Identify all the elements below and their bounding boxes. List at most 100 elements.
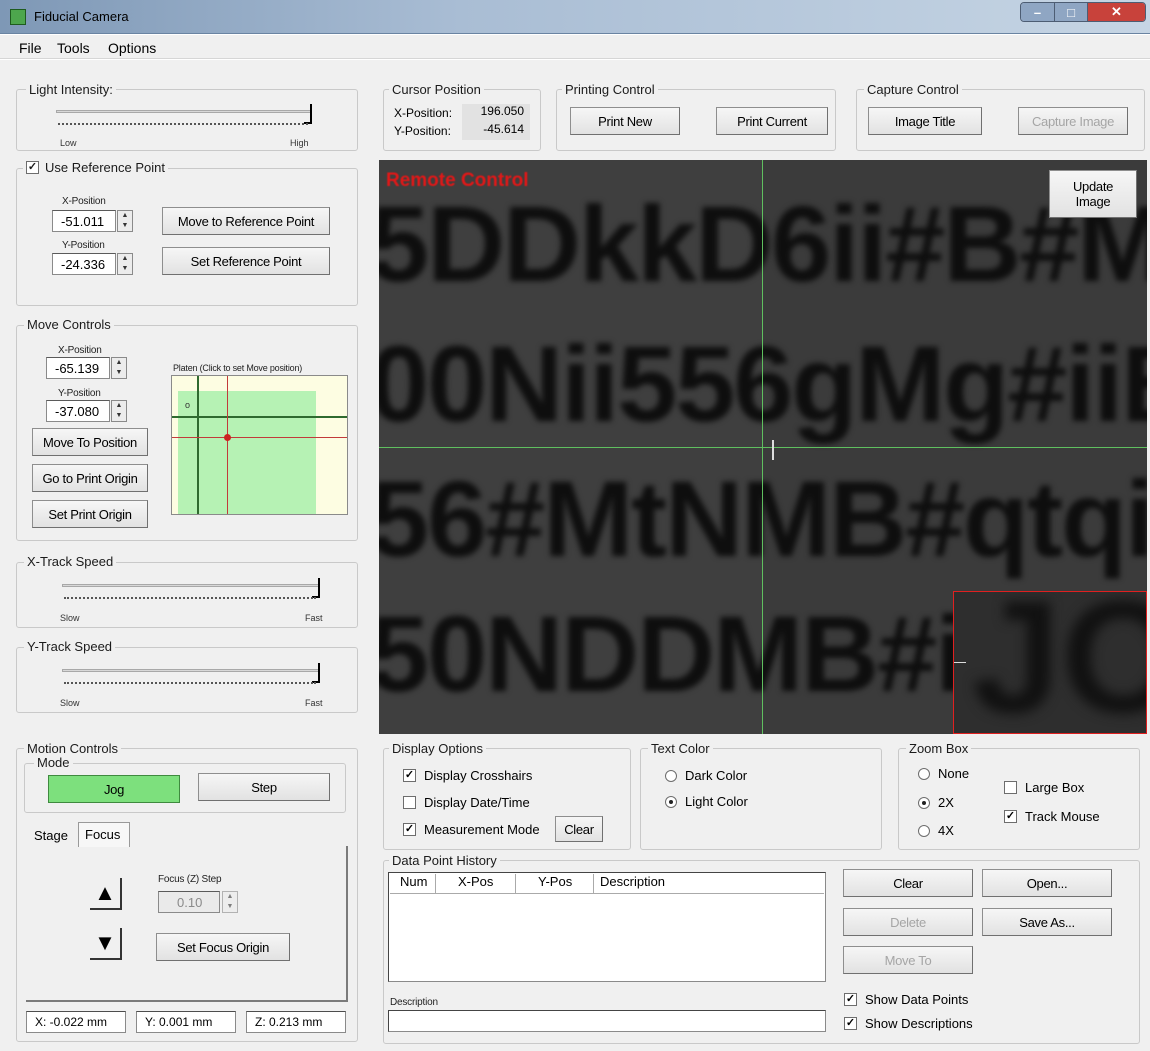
light-color-label: Light Color [685, 794, 748, 809]
focus-up-button[interactable]: ▲ [90, 878, 122, 910]
large-box-option[interactable]: Large Box [1004, 780, 1084, 795]
use-reference-point-checkbox[interactable]: ✓ Use Reference Point [23, 160, 168, 175]
open-button[interactable]: Open... [982, 869, 1112, 897]
col-ypos-header[interactable]: Y-Pos [516, 874, 594, 893]
data-point-history-label: Data Point History [389, 853, 500, 868]
display-datetime-checkbox[interactable] [403, 796, 416, 809]
zoom-none-label: None [938, 766, 970, 781]
zoom-box: JO [953, 591, 1147, 734]
step-button[interactable]: Step [198, 773, 330, 801]
show-descriptions-option[interactable]: ✓ Show Descriptions [844, 1016, 973, 1031]
clear-history-button[interactable]: Clear [843, 869, 973, 897]
status-y: Y: 0.001 mm [136, 1011, 236, 1033]
zoom-box-text: JO [972, 591, 1146, 734]
tab-stage[interactable]: Stage [34, 828, 68, 843]
display-crosshairs-option[interactable]: ✓ Display Crosshairs [403, 768, 532, 783]
x-track-fast: Fast [305, 613, 323, 623]
measurement-mode-option[interactable]: ✓ Measurement Mode [403, 822, 540, 837]
move-x-input[interactable]: -65.139 [46, 357, 110, 379]
dark-color-radio[interactable] [665, 769, 677, 782]
description-input[interactable] [388, 1010, 826, 1032]
show-data-points-option[interactable]: ✓ Show Data Points [844, 992, 968, 1007]
move-x-spinner[interactable]: ▲ ▼ [111, 357, 127, 379]
zoom-4x-option[interactable]: 4X [918, 823, 954, 838]
menu-bar [0, 35, 1150, 59]
focus-down-button[interactable]: ▼ [90, 928, 122, 960]
zoom-4x-radio[interactable] [918, 824, 930, 837]
minimize-button[interactable]: – [1021, 3, 1054, 21]
move-to-button[interactable]: Move To [843, 946, 973, 974]
remote-control-overlay: Remote Control [386, 170, 529, 191]
platen-map[interactable]: o [171, 375, 348, 515]
close-button[interactable]: ✕ [1087, 3, 1145, 21]
ref-x-spinner[interactable]: ▲ ▼ [117, 210, 133, 232]
move-y-spinner[interactable]: ▲ ▼ [111, 400, 127, 422]
data-point-table[interactable]: Num X-Pos Y-Pos Description [388, 872, 826, 982]
capture-image-button[interactable]: Capture Image [1018, 107, 1128, 135]
focus-step-input[interactable]: 0.10 [158, 891, 220, 913]
track-mouse-option[interactable]: ✓ Track Mouse [1004, 809, 1100, 824]
track-mouse-label: Track Mouse [1025, 809, 1100, 824]
col-xpos-header[interactable]: X-Pos [436, 874, 516, 893]
delete-button[interactable]: Delete [843, 908, 973, 936]
track-mouse-checkbox[interactable]: ✓ [1004, 810, 1017, 823]
large-box-checkbox[interactable] [1004, 781, 1017, 794]
ref-y-input[interactable]: -24.336 [52, 253, 116, 275]
show-data-points-checkbox[interactable]: ✓ [844, 993, 857, 1006]
display-datetime-option[interactable]: Display Date/Time [403, 795, 530, 810]
focus-step-spinner[interactable]: ▲ ▼ [222, 891, 238, 913]
clear-measurement-button[interactable]: Clear [555, 816, 603, 842]
menu-file[interactable]: File [19, 40, 42, 56]
set-focus-origin-button[interactable]: Set Focus Origin [156, 933, 290, 961]
save-as-button[interactable]: Save As... [982, 908, 1112, 936]
zoom-none-radio[interactable] [918, 767, 930, 780]
measurement-mode-checkbox[interactable]: ✓ [403, 823, 416, 836]
tab-focus[interactable]: Focus [78, 822, 130, 847]
y-track-slider[interactable] [62, 663, 326, 689]
move-y-input[interactable]: -37.080 [46, 400, 110, 422]
up-arrow-icon: ▲ [94, 880, 116, 905]
light-color-radio[interactable] [665, 795, 677, 808]
mouse-cursor-icon [772, 440, 774, 460]
dark-color-option[interactable]: Dark Color [665, 768, 747, 783]
maximize-button[interactable]: □ [1054, 3, 1087, 21]
move-controls-label: Move Controls [24, 317, 114, 332]
move-to-position-button[interactable]: Move To Position [32, 428, 148, 456]
x-track-slider[interactable] [62, 578, 326, 604]
set-print-origin-button[interactable]: Set Print Origin [32, 500, 148, 528]
col-description-header[interactable]: Description [594, 874, 824, 893]
light-intensity-slider[interactable] [56, 104, 316, 134]
camera-view[interactable]: 5DDkkD6ii#B#Mt 00Nii556gMg#iiB 56#MtNMB#… [379, 160, 1147, 734]
capture-control-label: Capture Control [864, 82, 962, 97]
image-title-button[interactable]: Image Title [868, 107, 982, 135]
y-track-fast: Fast [305, 698, 323, 708]
measurement-mode-label: Measurement Mode [424, 822, 540, 837]
cursor-y-label: Y-Position: [394, 124, 451, 138]
print-current-button[interactable]: Print Current [716, 107, 828, 135]
show-descriptions-checkbox[interactable]: ✓ [844, 1017, 857, 1030]
platen-cursor-vline [227, 376, 228, 514]
menu-options[interactable]: Options [108, 40, 156, 56]
reference-checkbox-box[interactable]: ✓ [26, 161, 39, 174]
zoom-2x-option[interactable]: 2X [918, 795, 954, 810]
light-color-option[interactable]: Light Color [665, 794, 748, 809]
platen-position-dot [224, 434, 231, 441]
focus-tab-panel [26, 846, 348, 1002]
camera-text-line: 50NDDMB#ii [379, 593, 993, 714]
move-to-reference-button[interactable]: Move to Reference Point [162, 207, 330, 235]
display-crosshairs-checkbox[interactable]: ✓ [403, 769, 416, 782]
go-to-print-origin-button[interactable]: Go to Print Origin [32, 464, 148, 492]
ref-y-spinner[interactable]: ▲ ▼ [117, 253, 133, 275]
ref-x-input[interactable]: -51.011 [52, 210, 116, 232]
zoom-2x-radio[interactable] [918, 796, 930, 809]
cursor-y-value: -45.614 [462, 122, 530, 140]
jog-button[interactable]: Jog [48, 775, 180, 803]
print-new-button[interactable]: Print New [570, 107, 680, 135]
zoom-none-option[interactable]: None [918, 766, 969, 781]
use-reference-point-label: Use Reference Point [45, 160, 165, 175]
set-reference-button[interactable]: Set Reference Point [162, 247, 330, 275]
update-image-button[interactable]: Update Image [1049, 170, 1137, 218]
menu-tools[interactable]: Tools [57, 40, 90, 56]
cursor-x-value: 196.050 [462, 104, 530, 122]
col-num-header[interactable]: Num [390, 874, 436, 893]
